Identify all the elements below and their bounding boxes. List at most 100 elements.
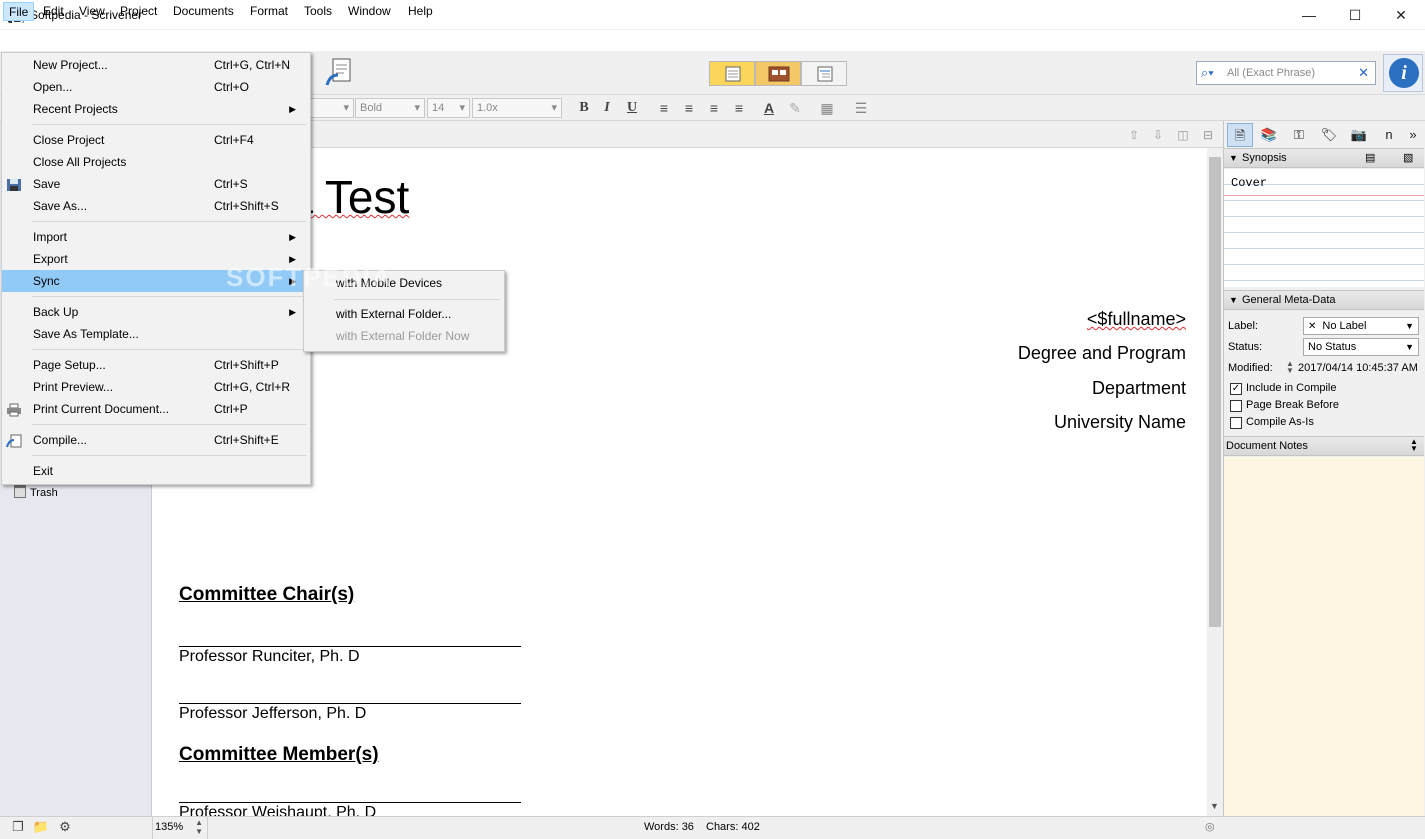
- meta-data-header[interactable]: ▼ General Meta-Data: [1224, 290, 1424, 310]
- trash-icon: [14, 485, 26, 498]
- quick-reference-icon[interactable]: [324, 57, 354, 89]
- menu-item-compile[interactable]: Compile... Ctrl+Shift+E: [2, 429, 308, 451]
- status-select[interactable]: No Status: [1303, 338, 1419, 356]
- scrivenings-view-button[interactable]: [709, 61, 755, 86]
- align-right-icon[interactable]: ≡: [730, 99, 748, 117]
- label-select[interactable]: ✕ No Label: [1303, 317, 1419, 335]
- zoom-select[interactable]: 135% ▲ ▼: [152, 816, 208, 839]
- professor-weishaupt: Professor Weishaupt, Ph. D: [179, 804, 377, 816]
- font-size-select[interactable]: 14: [427, 98, 470, 118]
- info-icon[interactable]: i: [1389, 58, 1419, 88]
- scroll-down-icon[interactable]: ▼: [1210, 801, 1219, 811]
- menu-view[interactable]: View: [74, 2, 110, 21]
- menu-file[interactable]: File: [3, 2, 35, 21]
- comments-tab-icon[interactable]: n: [1376, 123, 1402, 147]
- add-item-icon[interactable]: ❐: [8, 818, 28, 836]
- underline-button[interactable]: U: [623, 99, 641, 117]
- page-break-before-checkbox[interactable]: [1230, 400, 1242, 412]
- close-icon[interactable]: ✕: [1378, 0, 1424, 30]
- menu-documents[interactable]: Documents: [168, 2, 239, 21]
- clear-search-icon[interactable]: ✕: [1358, 65, 1369, 81]
- menu-item-print-preview[interactable]: Print Preview... Ctrl+G, Ctrl+R: [2, 376, 308, 398]
- menu-item-close-all-projects[interactable]: Close All Projects: [2, 151, 308, 173]
- menu-item-save-as[interactable]: Save As... Ctrl+Shift+S: [2, 195, 308, 217]
- menu-tools[interactable]: Tools: [299, 2, 337, 21]
- list-icon[interactable]: ☰: [852, 99, 870, 117]
- menu-item-recent-projects[interactable]: Recent Projects ▶: [2, 98, 308, 120]
- date-toggle-icon[interactable]: ▲ ▼: [1286, 360, 1294, 375]
- degree-program-text: Degree and Program: [1017, 343, 1186, 363]
- add-folder-icon[interactable]: 📁: [31, 818, 51, 836]
- table-icon[interactable]: ▦: [818, 99, 836, 117]
- italic-button[interactable]: I: [598, 99, 616, 117]
- menu-item-new-project[interactable]: New Project... Ctrl+G, Ctrl+N: [2, 54, 308, 76]
- minimize-icon[interactable]: —: [1286, 0, 1332, 30]
- synopsis-header[interactable]: ▼ Synopsis: [1224, 148, 1424, 168]
- arrow-up-icon[interactable]: ⇧: [1127, 128, 1141, 142]
- outliner-view-button[interactable]: [801, 61, 847, 86]
- modified-date: 2017/04/14 10:45:37 AM: [1298, 362, 1418, 374]
- compile-as-is-label: Compile As-Is: [1246, 416, 1314, 428]
- font-style-select[interactable]: Bold: [355, 98, 425, 118]
- search-field[interactable]: ⌕▾ All (Exact Phrase) ✕: [1196, 61, 1376, 85]
- collapse-triangle-icon: ▼: [1229, 295, 1238, 305]
- menu-item-import[interactable]: Import ▶: [2, 226, 308, 248]
- sync-with-external-folder-now: with External Folder Now: [336, 329, 470, 343]
- arrow-down-icon[interactable]: ⇩: [1151, 128, 1165, 142]
- committee-member-heading: Committee Member(s): [179, 744, 379, 765]
- page-break-before-label: Page Break Before: [1246, 399, 1339, 411]
- keywords-tab-icon[interactable]: ⚿: [1286, 123, 1312, 147]
- more-tabs-icon[interactable]: »: [1404, 123, 1422, 147]
- align-justify-icon[interactable]: ≡: [705, 99, 723, 117]
- editor-scrollbar-thumb[interactable]: [1209, 157, 1221, 627]
- label-field-label: Label:: [1228, 320, 1258, 332]
- menu-item-save-as-template[interactable]: Save As Template...: [2, 323, 308, 345]
- menu-item-print-current-document[interactable]: Print Current Document... Ctrl+P: [2, 398, 308, 420]
- sync-with-external-folder[interactable]: with External Folder...: [336, 307, 451, 321]
- line-spacing-select[interactable]: 1.0x: [472, 98, 562, 118]
- split-vertical-icon[interactable]: ◫: [1176, 128, 1190, 142]
- binder-item-trash[interactable]: Trash: [14, 485, 58, 501]
- menu-format[interactable]: Format: [245, 2, 293, 21]
- target-icon[interactable]: ◎: [1205, 820, 1215, 833]
- search-placeholder: All (Exact Phrase): [1227, 67, 1316, 79]
- menu-window[interactable]: Window: [343, 2, 396, 21]
- menu-edit[interactable]: Edit: [38, 2, 69, 21]
- synopsis-image-icon[interactable]: ▧: [1403, 151, 1413, 164]
- bold-button[interactable]: B: [575, 99, 593, 117]
- include-in-compile-checkbox[interactable]: ✓: [1230, 383, 1242, 395]
- menu-item-back-up[interactable]: Back Up ▶: [2, 301, 308, 323]
- menu-item-save[interactable]: Save Ctrl+S: [2, 173, 308, 195]
- text-color-icon[interactable]: A: [760, 99, 778, 117]
- split-horizontal-icon[interactable]: ⊟: [1201, 128, 1215, 142]
- save-icon: [6, 177, 22, 191]
- snapshots-tab-icon[interactable]: 📷: [1346, 123, 1372, 147]
- synopsis-mode-icon[interactable]: ▤: [1365, 151, 1375, 164]
- notes-tab-icon[interactable]: 🗎: [1227, 123, 1253, 147]
- menu-item-page-setup[interactable]: Page Setup... Ctrl+Shift+P: [2, 354, 308, 376]
- settings-gear-icon[interactable]: ⚙: [55, 818, 75, 836]
- menu-help[interactable]: Help: [403, 2, 438, 21]
- notes-select-icon[interactable]: ▲ ▼: [1410, 438, 1418, 453]
- compile-icon: [6, 433, 22, 448]
- menu-project[interactable]: Project: [115, 2, 162, 21]
- align-center-icon[interactable]: ≡: [680, 99, 698, 117]
- menu-item-open[interactable]: Open... Ctrl+O: [2, 76, 308, 98]
- trash-label: Trash: [30, 487, 58, 499]
- menu-item-close-project[interactable]: Close Project Ctrl+F4: [2, 129, 308, 151]
- search-icon: ⌕▾: [1201, 65, 1214, 80]
- document-notes-area[interactable]: [1224, 457, 1424, 817]
- collapse-triangle-icon: ▼: [1229, 153, 1238, 163]
- highlight-icon[interactable]: ✎: [786, 99, 804, 117]
- signature-line: [179, 703, 521, 704]
- corkboard-view-button[interactable]: [755, 61, 801, 86]
- align-left-icon[interactable]: ≡: [655, 99, 673, 117]
- submenu-arrow-icon: ▶: [289, 232, 296, 242]
- compile-as-is-checkbox[interactable]: [1230, 417, 1242, 429]
- menu-item-exit[interactable]: Exit: [2, 460, 308, 482]
- document-notes-header[interactable]: Document Notes: [1224, 436, 1424, 456]
- references-tab-icon[interactable]: 📚: [1256, 123, 1282, 147]
- maximize-icon[interactable]: ☐: [1332, 0, 1378, 30]
- synopsis-margin-line: [1224, 195, 1424, 196]
- custom-metadata-tab-icon[interactable]: 🏷: [1316, 123, 1342, 147]
